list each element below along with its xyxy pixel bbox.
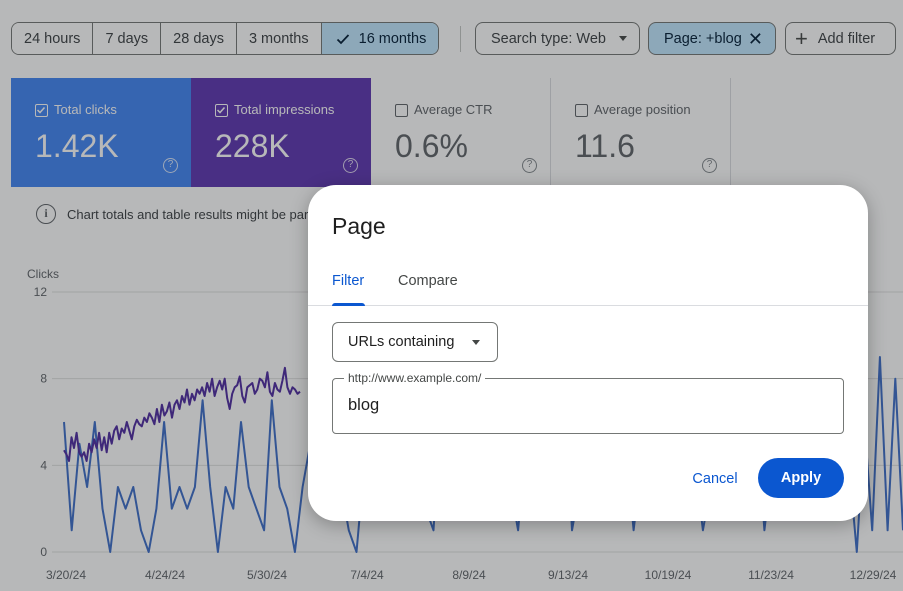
tab-filter[interactable]: Filter — [332, 273, 364, 289]
tab-compare[interactable]: Compare — [398, 273, 458, 289]
match-type-value: URLs containing — [348, 334, 455, 350]
active-tab-indicator — [332, 303, 365, 306]
apply-button[interactable]: Apply — [758, 458, 844, 498]
dropdown-arrow-icon — [472, 340, 480, 345]
page-filter-dialog: Page Filter Compare URLs containing http… — [308, 185, 868, 521]
dialog-title: Page — [332, 213, 386, 239]
match-type-select[interactable]: URLs containing — [332, 322, 498, 362]
cancel-button[interactable]: Cancel — [680, 460, 750, 498]
url-field-label: http://www.example.com/ — [344, 371, 486, 385]
url-filter-field[interactable]: http://www.example.com/ — [332, 371, 844, 434]
url-filter-input[interactable] — [348, 396, 828, 415]
dialog-tabs: Filter Compare — [308, 264, 868, 306]
